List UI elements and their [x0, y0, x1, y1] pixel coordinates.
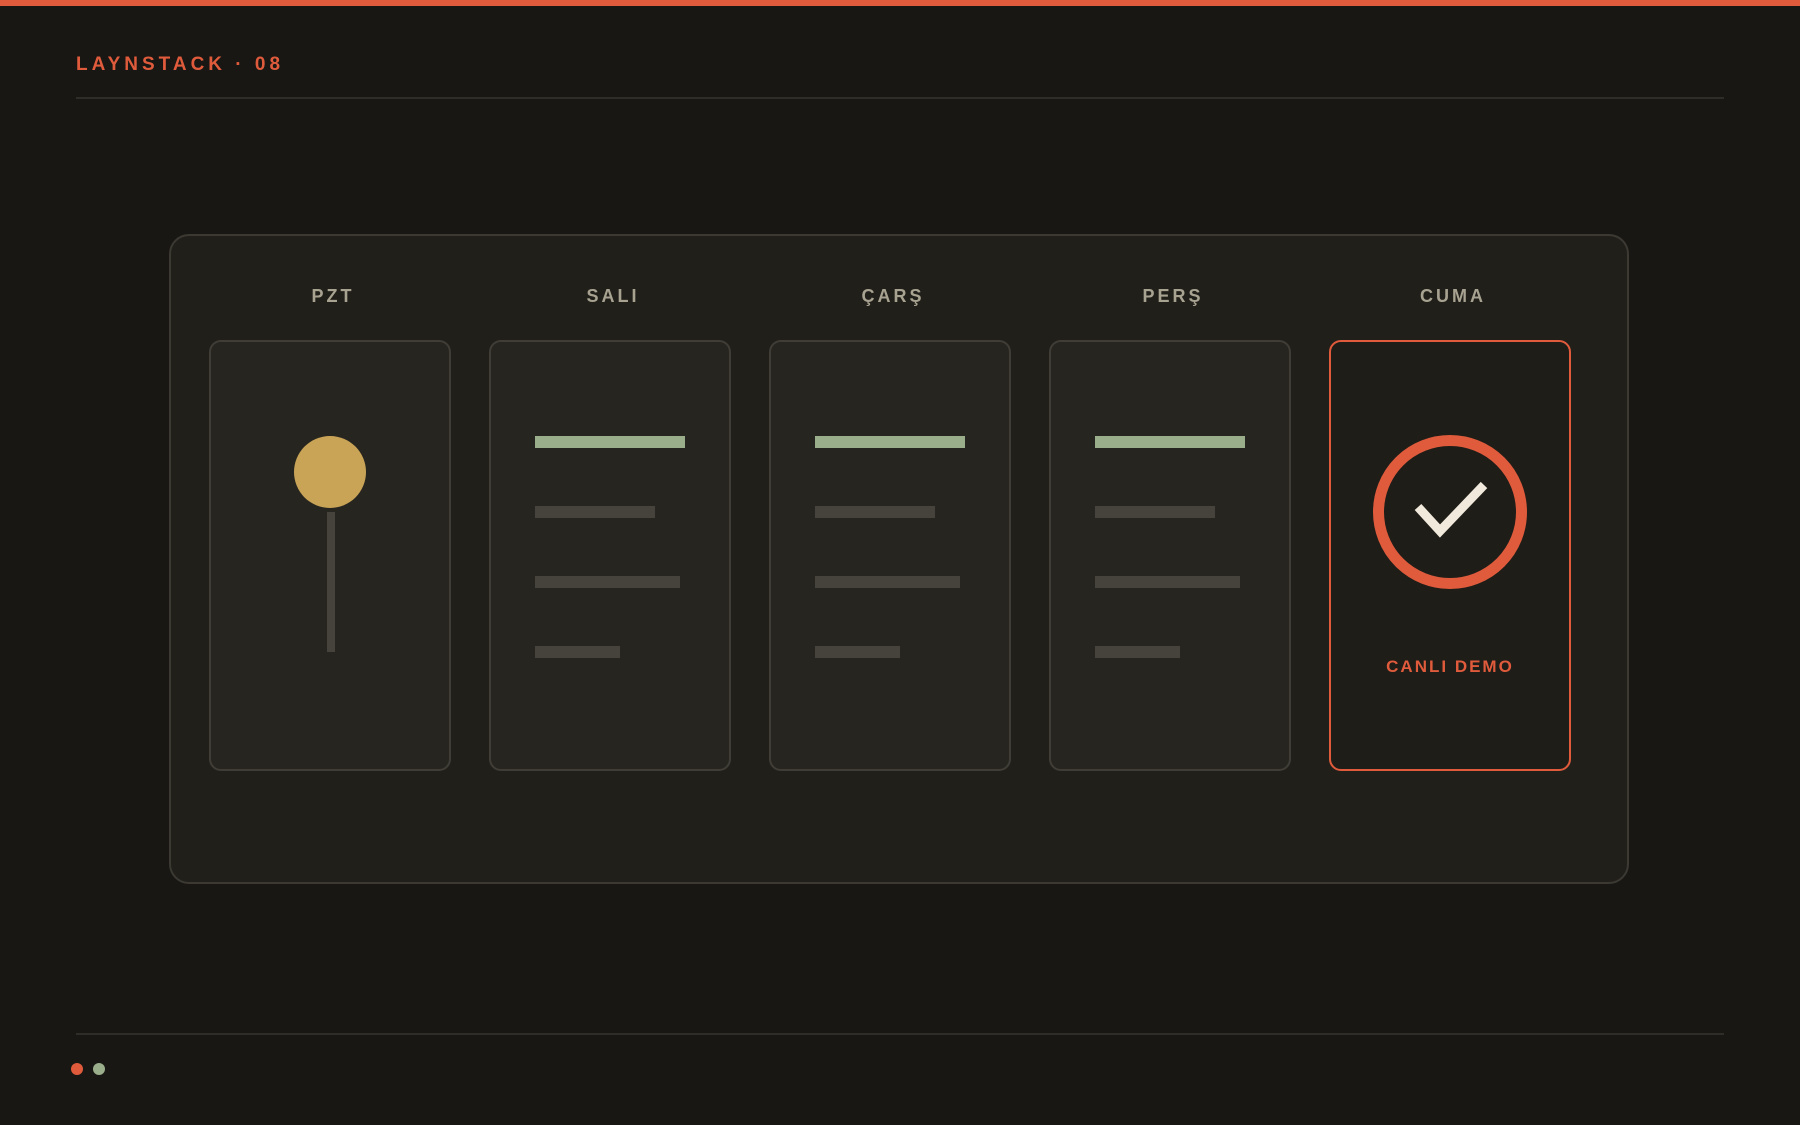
list-line — [1095, 576, 1240, 588]
list-line — [1095, 506, 1215, 518]
day-label-sali: SALI — [586, 286, 640, 306]
live-demo-label: CANLI DEMO — [1386, 657, 1514, 676]
day-label-pzt: PZT — [311, 286, 355, 306]
list-line-highlight — [815, 436, 965, 448]
day-card-pzt[interactable] — [209, 340, 451, 771]
pin-icon — [294, 436, 366, 508]
list-line — [1095, 646, 1180, 658]
brand-title: LAYNSTACK · 08 — [76, 54, 285, 75]
day-card-cars[interactable] — [769, 340, 1011, 771]
list-line — [815, 506, 935, 518]
list-line — [815, 646, 900, 658]
top-accent-bar — [0, 0, 1800, 6]
list-line — [535, 506, 655, 518]
list-line — [815, 576, 960, 588]
day-label-cuma: CUMA — [1420, 286, 1486, 306]
header-divider — [76, 97, 1724, 99]
day-card-cuma[interactable]: CANLI DEMO — [1329, 340, 1571, 771]
pin-stem — [327, 512, 335, 652]
pagination-dot-active[interactable] — [71, 1063, 83, 1075]
list-line — [535, 576, 680, 588]
list-line-highlight — [1095, 436, 1245, 448]
day-card-pers[interactable] — [1049, 340, 1291, 771]
check-circle — [1373, 435, 1527, 589]
week-board: PZT SALI ÇARŞ PERŞ CUMA CANLI DEMO — [169, 234, 1629, 884]
day-label-cars: ÇARŞ — [861, 286, 925, 306]
list-line-highlight — [535, 436, 685, 448]
pagination-dot[interactable] — [93, 1063, 105, 1075]
list-line — [535, 646, 620, 658]
check-icon — [1414, 481, 1488, 538]
day-label-pers: PERŞ — [1142, 286, 1204, 306]
footer-divider — [76, 1033, 1724, 1035]
day-card-sali[interactable] — [489, 340, 731, 771]
